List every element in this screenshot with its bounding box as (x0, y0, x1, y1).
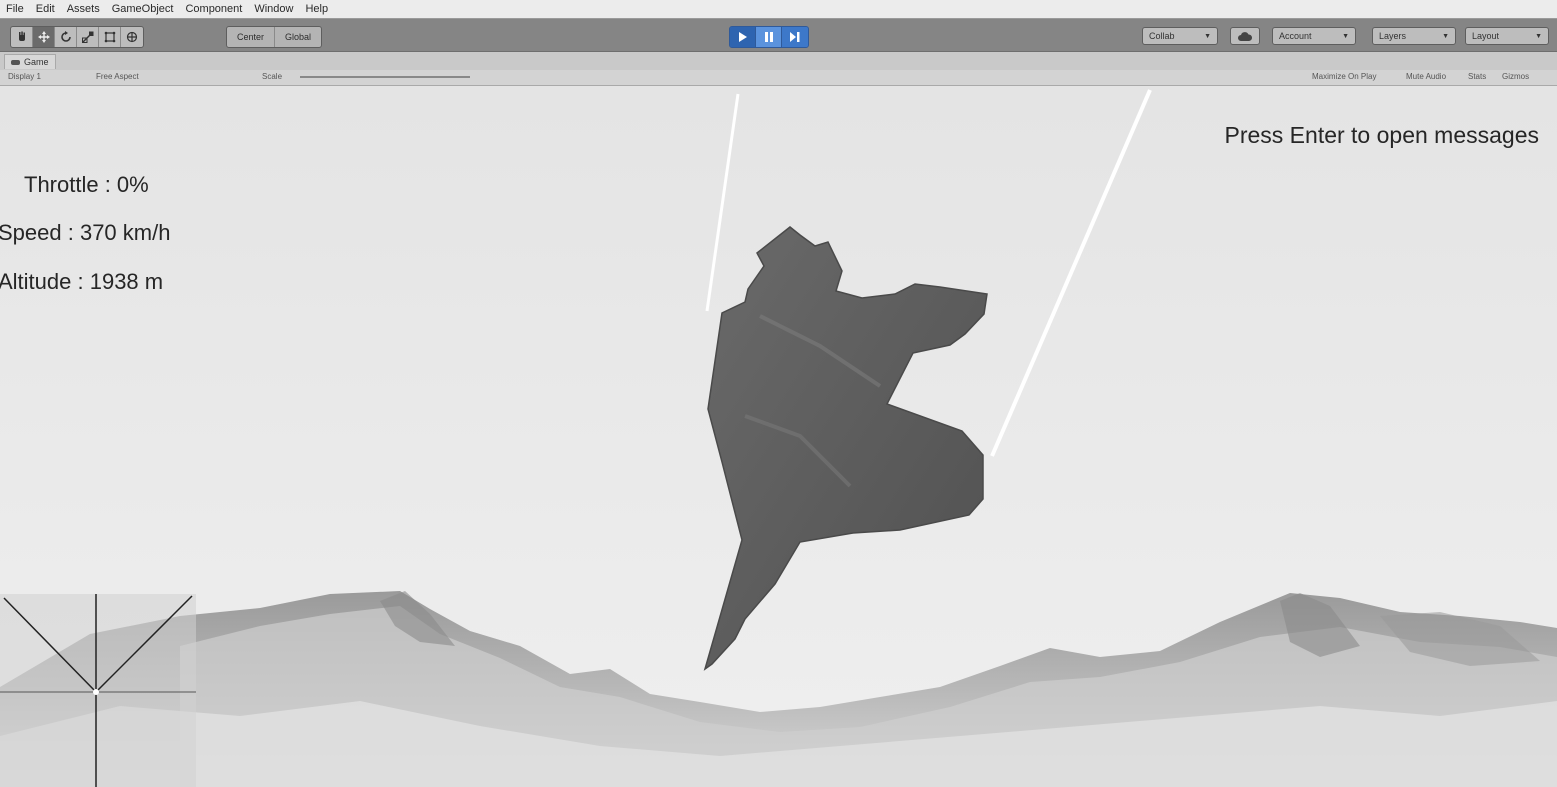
pivot-controls: Center Global (226, 26, 323, 48)
rect-icon (104, 31, 115, 43)
aspect-dropdown[interactable]: Free Aspect (96, 72, 139, 83)
stats-toggle[interactable]: Stats (1468, 72, 1486, 83)
hud-altitude: Altitude : 1938 m (0, 269, 164, 294)
rect-tool-button[interactable] (99, 27, 121, 47)
play-controls (729, 26, 809, 48)
account-dropdown[interactable]: Account ▼ (1272, 27, 1356, 45)
chevron-down-icon: ▼ (1442, 32, 1449, 40)
collab-dropdown[interactable]: Collab ▼ (1142, 27, 1218, 45)
hud-message-prompt: Press Enter to open messages (1224, 122, 1540, 148)
gizmos-dropdown[interactable]: Gizmos (1502, 72, 1529, 83)
game-scene (0, 86, 1557, 787)
menu-file[interactable]: File (0, 0, 30, 18)
transform-tools (10, 26, 144, 48)
menu-edit[interactable]: Edit (30, 0, 61, 18)
hand-tool-button[interactable] (11, 27, 33, 47)
pivot-label: Center (237, 32, 265, 42)
scale-icon (81, 31, 93, 43)
hud-throttle: Throttle : 0% (24, 172, 149, 197)
chevron-down-icon: ▼ (1342, 32, 1349, 40)
rotate-tool-button[interactable] (55, 27, 77, 47)
chevron-down-icon: ▼ (1204, 32, 1211, 40)
game-view-header: Game Display 1 Free Aspect Scale Maximiz… (0, 52, 1557, 86)
pivot-toggle[interactable]: Center (227, 27, 276, 47)
collab-label: Collab (1149, 31, 1175, 41)
chevron-down-icon: ▼ (1535, 32, 1542, 40)
transform-tool-button[interactable] (121, 27, 143, 47)
play-icon (738, 32, 747, 42)
main-toolbar: Center Global Collab ▼ Account ▼ Layers ▼ L… (0, 18, 1557, 52)
tab-game-label: Game (24, 57, 49, 67)
transform-icon (126, 31, 138, 43)
scale-label: Scale (262, 72, 283, 81)
layers-dropdown[interactable]: Layers ▼ (1372, 27, 1456, 45)
cloud-icon (1238, 31, 1252, 41)
space-label: Global (285, 32, 312, 42)
display-dropdown[interactable]: Display 1 (8, 72, 41, 83)
layers-label: Layers (1379, 31, 1407, 41)
scale-tool-button[interactable] (77, 27, 99, 47)
cloud-button[interactable] (1230, 27, 1260, 45)
radar-player-marker (93, 689, 99, 695)
menu-window[interactable]: Window (248, 0, 299, 18)
menu-help[interactable]: Help (299, 0, 334, 18)
pause-icon (764, 32, 773, 42)
layout-dropdown[interactable]: Layout ▼ (1465, 27, 1549, 45)
hud-speed: Speed : 370 km/h (0, 220, 171, 245)
menu-assets[interactable]: Assets (61, 0, 106, 18)
move-tool-button[interactable] (33, 27, 55, 47)
space-toggle[interactable]: Global (275, 27, 321, 47)
maximize-on-play-toggle[interactable]: Maximize On Play (1312, 72, 1376, 83)
move-icon (37, 31, 50, 43)
radar-minimap (0, 594, 196, 787)
menu-gameobject[interactable]: GameObject (106, 0, 180, 18)
scale-slider[interactable] (300, 76, 470, 78)
hand-icon (18, 31, 25, 41)
pause-button[interactable] (756, 27, 782, 47)
menu-component[interactable]: Component (179, 0, 248, 18)
game-view-controls: Display 1 Free Aspect Scale Maximize On … (0, 70, 1557, 85)
rotate-icon (60, 31, 71, 42)
step-icon (790, 32, 800, 42)
mute-audio-toggle[interactable]: Mute Audio (1406, 72, 1446, 83)
tab-game[interactable]: Game (4, 54, 56, 69)
menu-bar: File Edit Assets GameObject Component Wi… (0, 0, 1557, 18)
step-button[interactable] (782, 27, 808, 47)
layout-label: Layout (1472, 31, 1500, 41)
play-button[interactable] (730, 27, 756, 47)
game-controller-icon (11, 59, 20, 65)
game-viewport[interactable]: Throttle : 0% Speed : 370 km/h Altitude … (0, 86, 1557, 787)
account-label: Account (1279, 31, 1312, 41)
